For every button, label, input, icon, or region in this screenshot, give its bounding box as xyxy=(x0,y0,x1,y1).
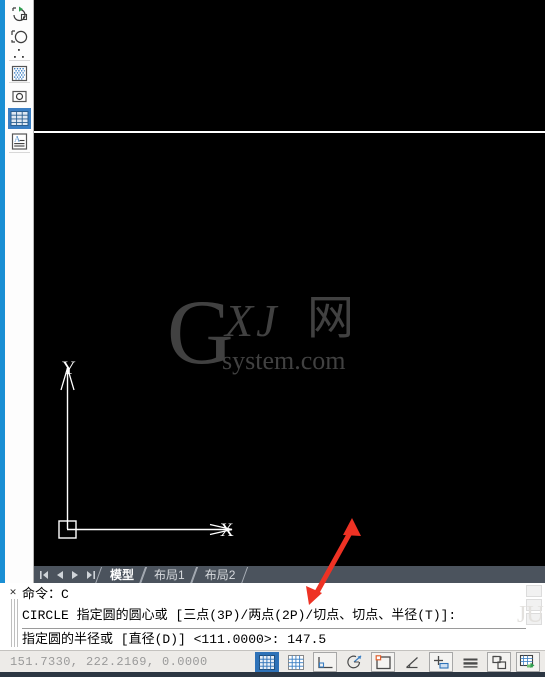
transparency-icon xyxy=(491,655,508,670)
command-window: ✕ 命令：C CIRCLE 指定圆的圆心或 [三点(3P)/两点(2P)/切点、… xyxy=(0,583,545,650)
lineweight-icon xyxy=(462,655,479,670)
status-toggle-group xyxy=(255,652,540,672)
dynamic-input-toggle[interactable] xyxy=(429,652,453,672)
tool-divider xyxy=(9,152,30,153)
object-snap-tracking-toggle[interactable] xyxy=(400,652,424,672)
command-input[interactable]: 指定圆的半径或 [直径(D)] <111.0000>: 147.5 xyxy=(22,629,522,650)
osnap-icon xyxy=(375,654,392,670)
ortho-mode-toggle[interactable] xyxy=(313,652,337,672)
svg-text:A: A xyxy=(14,135,20,144)
multiline-text-icon[interactable]: A xyxy=(8,130,31,153)
ucs-x-label: X xyxy=(220,520,234,541)
grid-icon xyxy=(259,654,275,670)
next-layout-icon[interactable] xyxy=(71,570,79,580)
tab-layout1[interactable]: 布局1 xyxy=(143,566,194,584)
rotate-copy-icon[interactable] xyxy=(8,2,31,25)
last-layout-icon[interactable] xyxy=(86,570,95,580)
tool-divider xyxy=(9,60,30,61)
lineweight-toggle[interactable] xyxy=(458,652,482,672)
transparency-toggle[interactable] xyxy=(487,652,511,672)
command-prompt-text: 指定圆的半径或 [直径(D)] <111.0000>: 147.5 xyxy=(22,632,327,647)
command-window-grip[interactable] xyxy=(11,599,19,647)
close-icon[interactable]: ✕ xyxy=(8,587,18,597)
command-history-line: 命令：C xyxy=(22,587,69,602)
layout-tabs: 模型 布局1 布局2 xyxy=(99,566,244,584)
object-snap-toggle[interactable] xyxy=(371,652,395,672)
ucs-y-label: Y xyxy=(62,358,76,379)
table-icon[interactable] xyxy=(8,107,31,130)
drawing-canvas[interactable]: G XJ 网 system.com X Y xyxy=(34,0,545,565)
command-history: 命令：C CIRCLE 指定圆的圆心或 [三点(3P)/两点(2P)/切点、切点… xyxy=(22,584,522,628)
tab-model[interactable]: 模型 xyxy=(99,566,143,584)
coordinate-readout[interactable]: 151.7330, 222.2169, 0.0000 xyxy=(10,655,208,669)
otrack-icon xyxy=(404,655,421,670)
workspace-icon xyxy=(519,654,537,670)
command-history-line: CIRCLE 指定圆的圆心或 [三点(3P)/两点(2P)/切点、切点、半径(T… xyxy=(22,608,457,623)
polar-tracking-toggle[interactable] xyxy=(342,652,366,672)
ucs-icon: X Y xyxy=(34,0,545,565)
prev-layout-icon[interactable] xyxy=(56,570,64,580)
region-icon[interactable] xyxy=(8,85,31,108)
snap-mode-toggle[interactable] xyxy=(284,652,308,672)
tab-layout2[interactable]: 布局2 xyxy=(194,566,245,584)
first-layout-icon[interactable] xyxy=(40,570,49,580)
grid-display-toggle[interactable] xyxy=(255,652,279,672)
workspace-switching[interactable] xyxy=(516,652,540,672)
polar-icon xyxy=(346,654,363,670)
window-bottom-edge xyxy=(0,672,545,677)
status-bar: 151.7330, 222.2169, 0.0000 xyxy=(0,650,545,672)
ortho-icon xyxy=(317,655,334,670)
autocad-window: A G XJ 网 system.com X Y 模型 布局1 布局2 ✕ 命令：… xyxy=(0,0,545,677)
layout-nav-buttons xyxy=(34,570,95,580)
grid-snap-icon xyxy=(288,654,304,670)
draw-tool-panel: A xyxy=(5,0,34,662)
tool-divider xyxy=(9,82,30,83)
dyninput-icon xyxy=(433,655,450,670)
layout-tab-bar: 模型 布局1 布局2 xyxy=(34,565,545,583)
